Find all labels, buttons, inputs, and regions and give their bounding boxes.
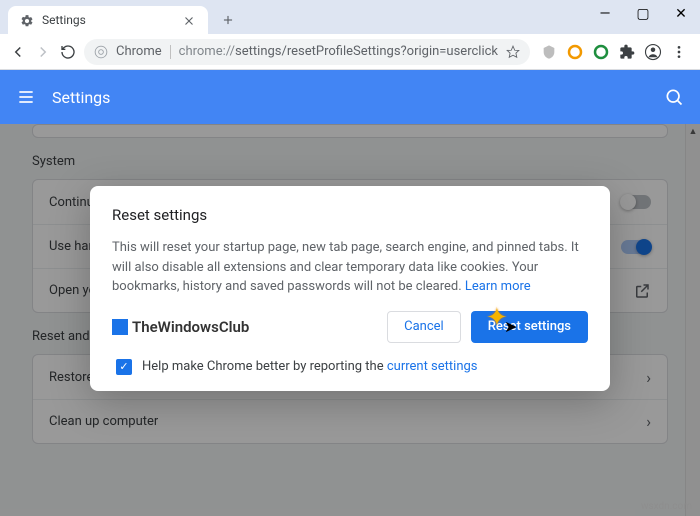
dialog-title: Reset settings	[112, 206, 588, 224]
reset-settings-button[interactable]: Reset settings	[471, 311, 588, 343]
reset-settings-dialog: Reset settings This will reset your star…	[90, 186, 610, 391]
star-icon[interactable]	[506, 45, 520, 59]
tab-title: Settings	[42, 13, 182, 27]
window-titlebar: Settings — ▢ ✕	[0, 0, 700, 34]
omnibox-url: chrome://settings/resetProfileSettings?o…	[179, 44, 498, 59]
watermark-text: TheWindowsClub	[132, 318, 249, 336]
dialog-checkbox-row[interactable]: ✓ Help make Chrome better by reporting t…	[112, 359, 588, 375]
search-icon[interactable]	[664, 87, 684, 107]
back-button[interactable]	[8, 40, 27, 64]
checkbox-label: Help make Chrome better by reporting the…	[142, 359, 478, 374]
browser-toolbar: Chrome chrome://settings/resetProfileSet…	[0, 34, 700, 70]
footer-watermark: wsxdn.com	[641, 501, 692, 512]
settings-header: Settings	[0, 70, 700, 124]
maximize-button[interactable]: ▢	[624, 0, 662, 28]
window-close-button[interactable]: ✕	[662, 0, 700, 28]
current-settings-link[interactable]: current settings	[387, 359, 478, 374]
learn-more-link[interactable]: Learn more	[465, 279, 531, 294]
extension-icons	[536, 43, 692, 61]
omnibox-prefix: Chrome	[116, 44, 162, 59]
browser-tab[interactable]: Settings	[8, 6, 208, 34]
gear-icon	[20, 13, 34, 27]
hamburger-icon[interactable]	[16, 87, 36, 107]
puzzle-icon[interactable]	[618, 43, 636, 61]
circle-orange-icon[interactable]	[566, 43, 584, 61]
watermark-logo-icon	[112, 319, 128, 335]
profile-icon[interactable]	[644, 43, 662, 61]
page-title: Settings	[52, 88, 648, 107]
forward-button[interactable]	[33, 40, 52, 64]
new-tab-button[interactable]	[216, 8, 240, 32]
reload-button[interactable]	[59, 40, 78, 64]
menu-dots-icon[interactable]	[670, 43, 688, 61]
dialog-actions: TheWindowsClub Cancel Reset settings	[112, 311, 588, 343]
close-icon[interactable]	[182, 13, 196, 27]
chrome-icon	[94, 45, 108, 59]
window-controls: — ▢ ✕	[586, 0, 700, 28]
dialog-body: This will reset your startup page, new t…	[112, 238, 588, 297]
minimize-button[interactable]: —	[586, 0, 624, 28]
checkbox-checked-icon[interactable]: ✓	[116, 359, 132, 375]
shield-icon[interactable]	[540, 43, 558, 61]
address-bar[interactable]: Chrome chrome://settings/resetProfileSet…	[84, 39, 530, 65]
omnibox-separator	[170, 45, 171, 59]
circle-green-icon[interactable]	[592, 43, 610, 61]
cancel-button[interactable]: Cancel	[387, 311, 461, 343]
watermark: TheWindowsClub	[112, 318, 249, 336]
